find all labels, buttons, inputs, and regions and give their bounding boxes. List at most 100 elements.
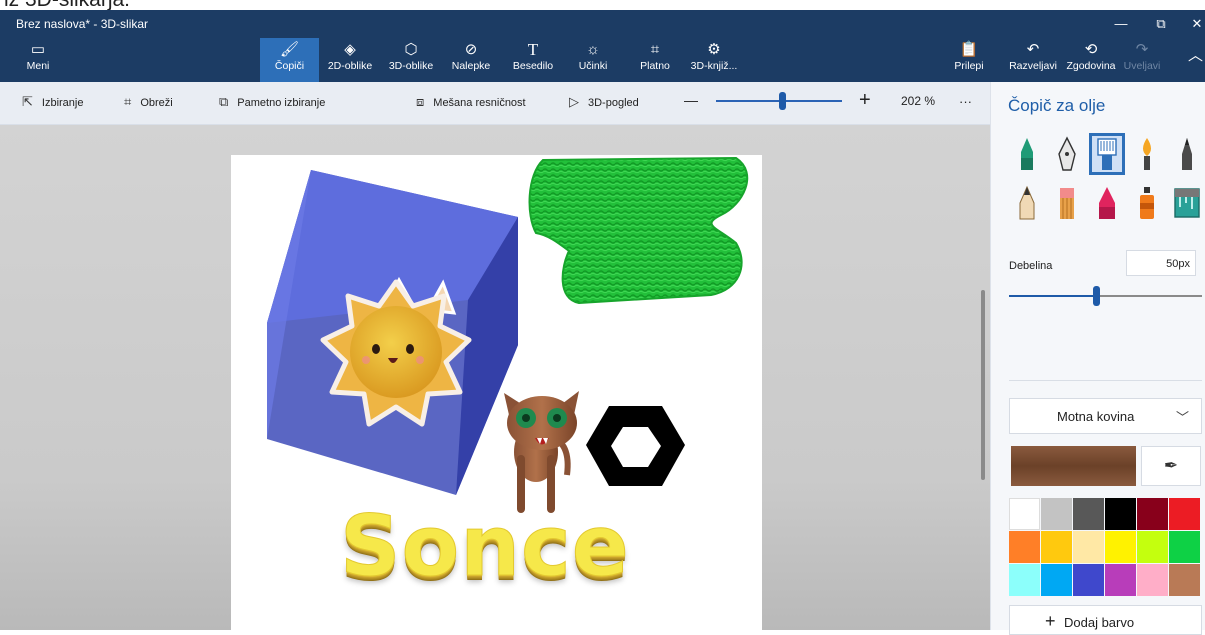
close-button[interactable]: ✕	[1182, 14, 1205, 34]
palette-swatch[interactable]	[1137, 564, 1168, 596]
ribbon: ▭ Meni 🖌 Čopiči ◈ 2D-oblike ⬡ 3D-oblike …	[0, 38, 1205, 82]
thickness-label: Debelina	[1009, 260, 1053, 272]
history-icon: ⟲	[1084, 41, 1098, 58]
watercolor-brush[interactable]	[1132, 136, 1162, 172]
palette-swatch[interactable]	[1073, 531, 1104, 563]
tab-stickers[interactable]: ⊘ Nalepke	[443, 38, 499, 82]
zoom-slider-thumb[interactable]	[779, 92, 786, 110]
thickness-slider-thumb[interactable]	[1093, 286, 1100, 306]
tab-3d-library-label: 3D-knjiž...	[690, 60, 738, 72]
zoom-value: 202 %	[901, 94, 936, 108]
spray-can-brush[interactable]	[1132, 185, 1162, 221]
cat-3d-model[interactable]	[504, 391, 579, 513]
palette-swatch[interactable]	[1105, 531, 1136, 563]
undo-icon: ↶	[1026, 41, 1040, 58]
palette-swatch[interactable]	[1073, 498, 1104, 530]
canvas-icon: ⌗	[650, 41, 660, 58]
paste-button[interactable]: 📋 Prilepi	[948, 38, 990, 82]
green-paint-stroke[interactable]	[528, 156, 749, 305]
tab-text[interactable]: T Besedilo	[505, 38, 561, 82]
3d-view-label: 3D-pogled	[588, 97, 639, 109]
thickness-slider-fill	[1009, 295, 1096, 297]
restore-button[interactable]: ⧉	[1146, 14, 1176, 34]
palette-swatch[interactable]	[1105, 498, 1136, 530]
eyedropper-icon: ✒	[1163, 456, 1179, 475]
tab-2d-shapes-label: 2D-oblike	[327, 60, 373, 72]
palette-swatch[interactable]	[1137, 531, 1168, 563]
window-title: Brez naslova* - 3D-slikar	[16, 17, 149, 31]
text-icon: T	[527, 40, 539, 59]
minimize-button[interactable]: —	[1106, 14, 1136, 34]
magic-select-icon: ⧉	[219, 94, 229, 109]
select-label: Izbiranje	[41, 97, 84, 109]
eraser-icon	[1060, 188, 1074, 219]
eyedropper-button[interactable]: ✒	[1141, 446, 1201, 486]
brush-icon: 🖌	[279, 41, 300, 58]
palette-swatch[interactable]	[1169, 531, 1200, 563]
select-arrow-icon: ⇱	[22, 94, 33, 109]
panel-title: Čopič za olje	[1008, 96, 1106, 115]
tab-canvas[interactable]: ⌗ Platno	[629, 38, 681, 82]
palette-swatch[interactable]	[1009, 564, 1040, 596]
tab-2d-shapes[interactable]: ◈ 2D-oblike	[321, 38, 379, 82]
palette-swatch[interactable]	[1105, 564, 1136, 596]
oil-brush[interactable]	[1089, 133, 1125, 175]
palette-swatch[interactable]	[1041, 531, 1072, 563]
palette-swatch[interactable]	[1169, 498, 1200, 530]
history-label: Zgodovina	[1066, 60, 1116, 72]
palette-swatch[interactable]	[1073, 564, 1104, 596]
fill-bucket-icon	[1174, 188, 1200, 218]
crayon-brush[interactable]	[1012, 185, 1042, 221]
eraser-brush[interactable]	[1052, 185, 1082, 221]
undo-label: Razveljavi	[1009, 60, 1057, 72]
3d-view-button[interactable]: ▷ 3D-pogled	[569, 94, 639, 110]
finish-dropdown[interactable]: Motna kovina ﹀	[1009, 398, 1202, 434]
select-button[interactable]: ⇱ Izbiranje	[22, 94, 83, 110]
tab-effects[interactable]: ☼ Učinki	[567, 38, 619, 82]
add-color-button[interactable]: + Dodaj barvo	[1009, 605, 1202, 635]
clipboard-icon: 📋	[959, 41, 979, 58]
tab-brushes[interactable]: 🖌 Čopiči	[260, 38, 319, 82]
pencil-brush[interactable]	[1172, 136, 1202, 172]
zoom-in-button[interactable]: +	[859, 89, 871, 112]
current-color-swatch[interactable]	[1011, 446, 1136, 486]
palette-swatch[interactable]	[1009, 531, 1040, 563]
watercolor-icon	[1143, 138, 1151, 170]
thickness-input[interactable]: 50px	[1126, 250, 1196, 276]
canvas-toolbar: ⇱ Izbiranje ⌗ Obreži ⧉ Pametno izbiranje ⧈ M…	[0, 82, 990, 125]
pixel-pen-brush[interactable]	[1092, 185, 1122, 221]
redo-label: Uveljavi	[1123, 60, 1161, 72]
fill-bucket-brush[interactable]	[1172, 185, 1202, 221]
menu-button[interactable]: ▭ Meni	[18, 38, 58, 82]
tab-3d-library[interactable]: ⚙ 3D-knjiž...	[686, 38, 742, 82]
palette-swatch[interactable]	[1041, 498, 1072, 530]
calligraphy-pen-brush[interactable]	[1052, 136, 1082, 172]
marker-brush[interactable]	[1012, 136, 1042, 172]
redo-button[interactable]: ↷ Uveljavi	[1122, 38, 1162, 82]
tab-canvas-label: Platno	[640, 60, 670, 72]
crop-button[interactable]: ⌗ Obreži	[124, 94, 173, 110]
undo-button[interactable]: ↶ Razveljavi	[1004, 38, 1062, 82]
more-options-button[interactable]: ···	[959, 94, 972, 109]
marker-icon	[1021, 138, 1033, 170]
crayon-icon	[1019, 185, 1035, 220]
oil-brush-icon	[1097, 138, 1117, 170]
redo-icon: ↷	[1135, 41, 1149, 58]
3d-view-icon: ▷	[569, 94, 579, 109]
mixed-reality-button[interactable]: ⧈ Mešana resničnost	[416, 94, 526, 110]
divider	[1009, 380, 1202, 381]
caption-fragment: iz 3D-slikarja:	[0, 0, 1205, 10]
zoom-out-button[interactable]: —	[684, 92, 698, 108]
hexagon-shape[interactable]	[586, 406, 685, 486]
palette-swatch[interactable]	[1041, 564, 1072, 596]
tab-3d-shapes[interactable]: ⬡ 3D-oblike	[381, 38, 441, 82]
palette-swatch[interactable]	[1169, 564, 1200, 596]
palette-swatch[interactable]	[1137, 498, 1168, 530]
history-button[interactable]: ⟲ Zgodovina	[1064, 38, 1118, 82]
palette-swatch[interactable]	[1009, 498, 1040, 530]
add-color-label: Dodaj barvo	[1064, 615, 1135, 630]
tab-effects-label: Učinki	[578, 60, 608, 72]
vertical-scrollbar[interactable]	[981, 290, 985, 480]
sonce-3d-text[interactable]: Sonce	[340, 497, 630, 596]
magic-select-button[interactable]: ⧉ Pametno izbiranje	[219, 94, 325, 110]
